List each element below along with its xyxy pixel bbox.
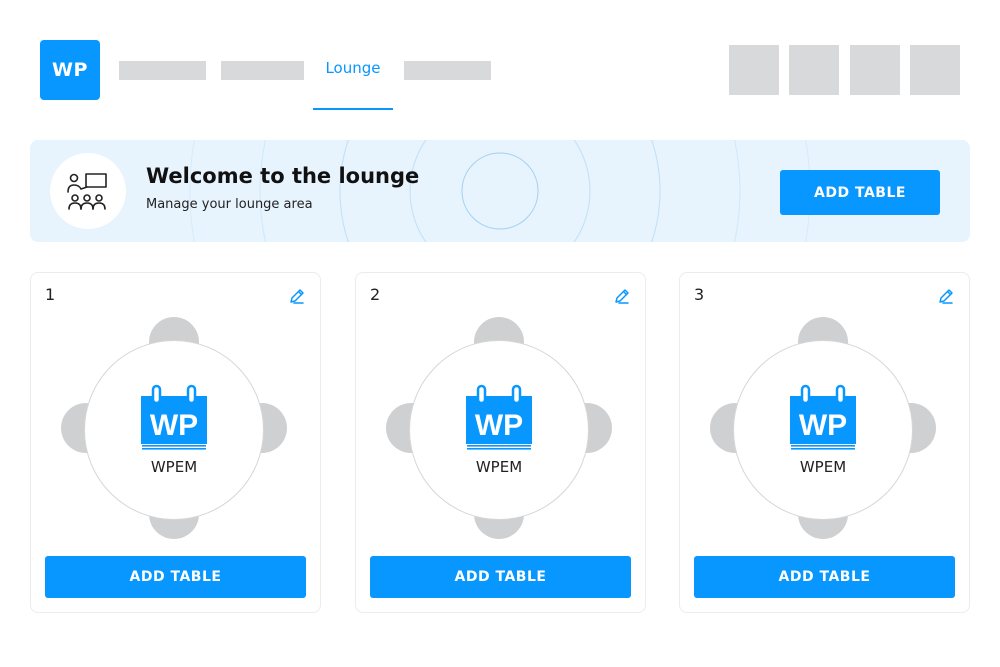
header-action-2[interactable] bbox=[789, 45, 839, 95]
table-number: 3 bbox=[694, 285, 705, 304]
welcome-banner: Welcome to the lounge Manage your lounge… bbox=[30, 140, 970, 242]
wpem-calendar-logo: WP bbox=[466, 384, 532, 450]
nav-tab-placeholder-2[interactable] bbox=[221, 61, 304, 80]
add-table-button[interactable]: ADD TABLE bbox=[45, 556, 306, 598]
tab-lounge-label: Lounge bbox=[325, 59, 381, 77]
table-top: WP WPEM bbox=[84, 340, 264, 520]
table-top: WP WPEM bbox=[409, 340, 589, 520]
app-logo[interactable]: WP bbox=[40, 40, 100, 100]
edit-pencil-icon[interactable] bbox=[613, 287, 631, 305]
banner-subtitle: Manage your lounge area bbox=[146, 197, 313, 212]
banner-title: Welcome to the lounge bbox=[146, 164, 420, 188]
nav-tab-placeholder-1[interactable] bbox=[119, 61, 206, 80]
svg-text:WP: WP bbox=[799, 409, 847, 442]
active-tab-indicator bbox=[313, 108, 393, 110]
tab-lounge[interactable]: Lounge bbox=[313, 56, 393, 110]
table-card-2: 2 WP WPEM ADD TABLE bbox=[355, 272, 646, 613]
table-number: 2 bbox=[370, 285, 381, 304]
svg-text:WP: WP bbox=[475, 409, 523, 442]
header-action-1[interactable] bbox=[729, 45, 779, 95]
header-action-4[interactable] bbox=[910, 45, 960, 95]
header-action-3[interactable] bbox=[850, 45, 900, 95]
table-number: 1 bbox=[45, 285, 56, 304]
add-table-button[interactable]: ADD TABLE bbox=[780, 170, 940, 215]
edit-pencil-icon[interactable] bbox=[288, 287, 306, 305]
table-name: WPEM bbox=[475, 458, 523, 476]
wpem-calendar-logo: WP bbox=[141, 384, 207, 450]
edit-pencil-icon[interactable] bbox=[937, 287, 955, 305]
table-card-1: 1 WP WPEM ADD TABLE bbox=[30, 272, 321, 613]
lounge-icon-badge bbox=[50, 153, 126, 229]
round-table: WP WPEM bbox=[61, 317, 287, 539]
table-top: WP WPEM bbox=[733, 340, 913, 520]
add-table-button[interactable]: ADD TABLE bbox=[370, 556, 631, 598]
meeting-people-icon bbox=[67, 173, 107, 210]
table-name: WPEM bbox=[150, 458, 198, 476]
round-table: WP WPEM bbox=[386, 317, 612, 539]
table-name: WPEM bbox=[799, 458, 847, 476]
nav-tab-placeholder-3[interactable] bbox=[404, 61, 491, 80]
table-card-3: 3 WP WPEM ADD TABLE bbox=[679, 272, 970, 613]
wpem-calendar-logo: WP bbox=[790, 384, 856, 450]
round-table: WP WPEM bbox=[710, 317, 936, 539]
add-table-button[interactable]: ADD TABLE bbox=[694, 556, 955, 598]
svg-text:WP: WP bbox=[150, 409, 198, 442]
